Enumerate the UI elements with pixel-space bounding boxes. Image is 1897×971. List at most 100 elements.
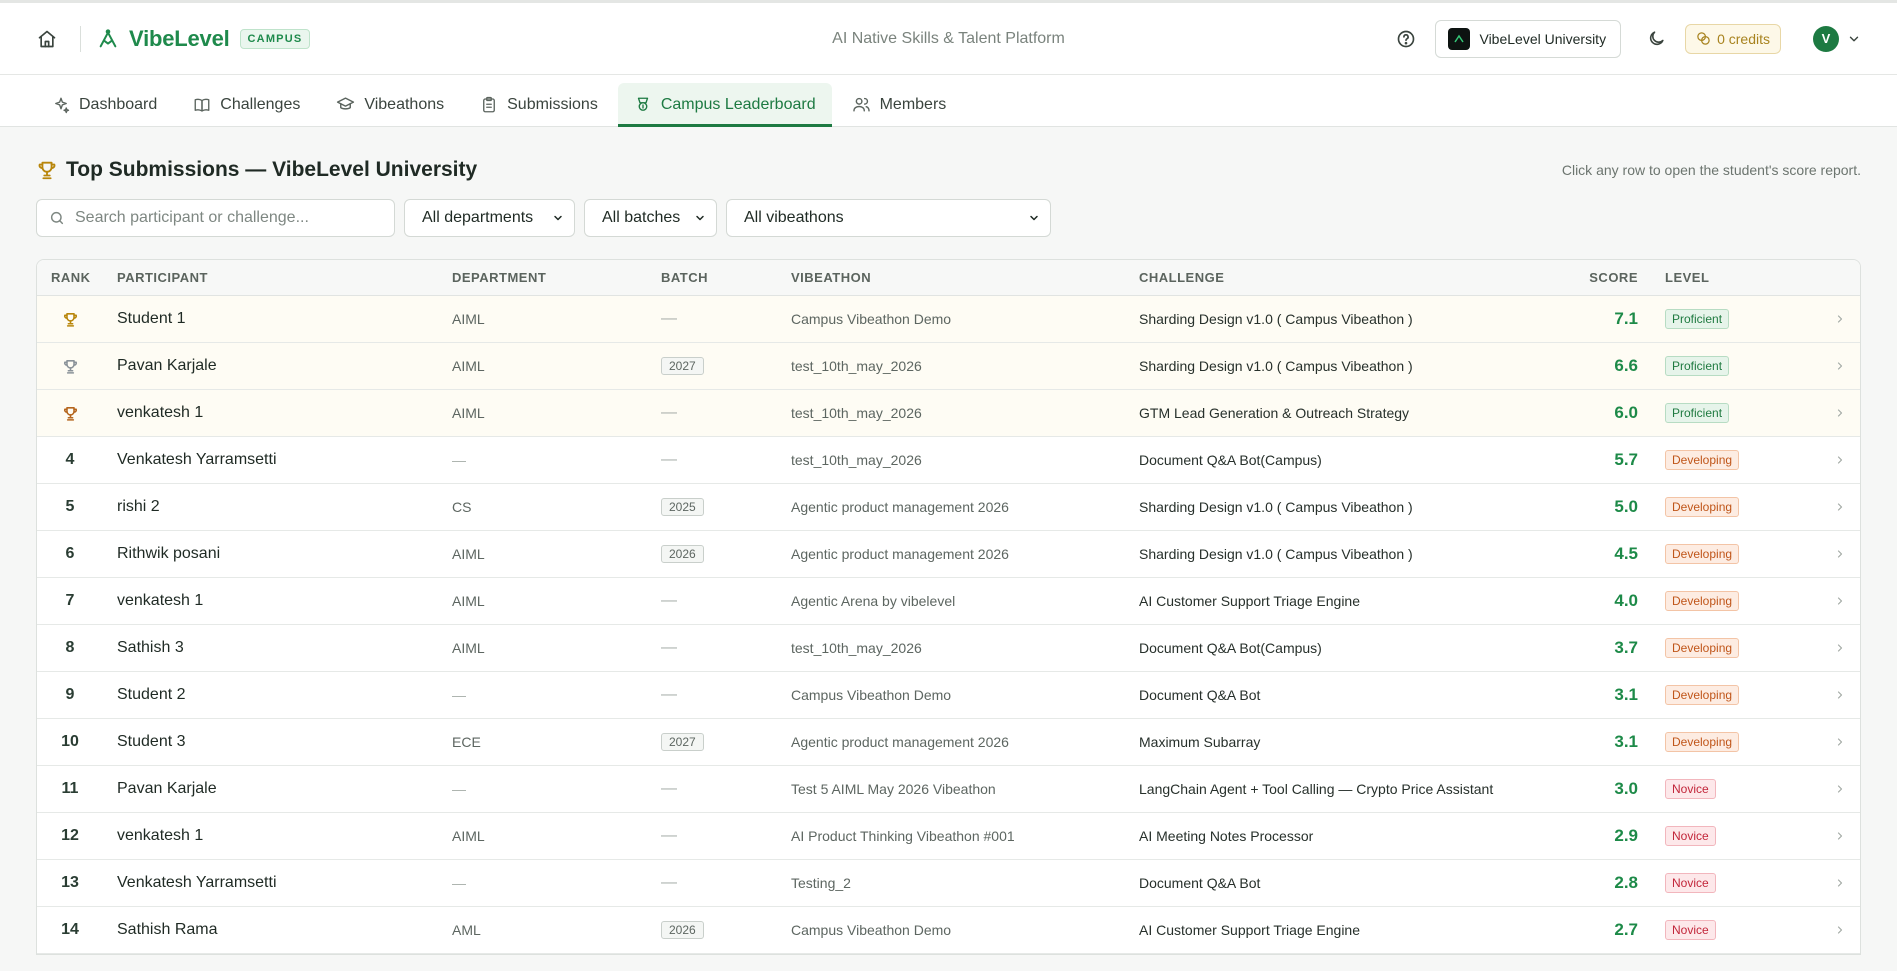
search-icon [50,211,64,225]
col-participant[interactable]: PARTICIPANT [117,270,452,285]
tab-campus-leaderboard[interactable]: Campus Leaderboard [617,83,832,127]
col-vibeathon[interactable]: VIBEATHON [791,270,1139,285]
score-cell: 3.1 [1539,732,1638,752]
tab-members[interactable]: Members [836,83,963,126]
col-batch[interactable]: BATCH [661,270,791,285]
batch-select[interactable]: All batches [584,199,717,237]
tab-challenges[interactable]: Challenges [177,83,316,126]
challenge-cell: AI Meeting Notes Processor [1139,828,1539,844]
home-button[interactable] [36,28,58,50]
table-row[interactable]: Pavan Karjale AIML 2027 test_10th_may_2026 S… [37,343,1860,390]
vibeathon-cell: test_10th_may_2026 [791,405,1139,421]
trophy-gold-icon [63,312,77,327]
table-row[interactable]: 10 Student 3 ECE 2027 Agentic product manage… [37,719,1860,766]
row-open-button[interactable] [1798,313,1860,325]
department-cell: AIML [452,358,661,374]
row-open-button[interactable] [1798,642,1860,654]
search-input[interactable] [75,209,365,227]
user-menu[interactable]: V [1813,25,1861,52]
vibelevel-logo-icon [99,28,117,47]
department-select[interactable]: All departments [404,199,575,237]
level-badge: Novice [1638,873,1798,893]
row-open-button[interactable] [1798,595,1860,607]
batch-cell: — [661,310,791,328]
col-level[interactable]: LEVEL [1638,270,1798,285]
score-cell: 6.0 [1539,403,1638,423]
row-open-button[interactable] [1798,360,1860,372]
challenge-cell-text: Sharding Design v1.0 ( Campus Vibeathon … [1139,311,1413,327]
department-cell-text: AIML [452,828,485,844]
users-icon [852,97,870,112]
org-switcher-button[interactable]: VibeLevel University [1435,19,1622,58]
challenge-cell-text: AI Customer Support Triage Engine [1139,593,1361,609]
batch-cell-text: 2027 [661,733,704,751]
rank-number: 13 [61,874,79,891]
vibeathon-cell: Agentic product management 2026 [791,734,1139,750]
challenge-cell: Maximum Subarray [1139,734,1539,750]
brand-name[interactable]: VibeLevel [129,26,230,52]
department-cell-text: ECE [452,734,481,750]
department-select-value: All departments [422,209,534,226]
table-row[interactable]: 6 Rithwik posani AIML 2026 Agentic product m… [37,531,1860,578]
level-badge: Novice [1638,779,1798,799]
vibeathon-cell-text: test_10th_may_2026 [791,640,922,656]
batch-cell-text: — [661,404,677,421]
col-score[interactable]: SCORE [1539,270,1638,285]
table-row[interactable]: 9 Student 2 — — Campus Vibeathon Demo Documen… [37,672,1860,719]
table-row[interactable]: venkatesh 1 AIML — test_10th_may_2026 GTM Le… [37,390,1860,437]
participant-name-text: venkatesh 1 [117,592,204,609]
col-rank[interactable]: RANK [37,270,117,285]
level-badge-text: Developing [1665,638,1740,658]
table-row[interactable]: 4 Venkatesh Yarramsetti — — test_10th_may_20… [37,437,1860,484]
table-row[interactable]: 8 Sathish 3 AIML — test_10th_may_2026 Documen… [37,625,1860,672]
table-row[interactable]: 5 rishi 2 CS 2025 Agentic product management… [37,484,1860,531]
table-row[interactable]: 11 Pavan Karjale — — Test 5 AIML May 2026 Vi… [37,766,1860,813]
table-row[interactable]: 14 Sathish Rama AML 2026 Campus Vibeathon De… [37,907,1860,954]
batch-cell-text: — [661,639,677,656]
level-badge-text: Developing [1665,497,1740,517]
row-open-button[interactable] [1798,548,1860,560]
row-open-button[interactable] [1798,407,1860,419]
score-cell-text: 3.7 [1614,638,1638,657]
table-row[interactable]: 12 venkatesh 1 AIML — AI Product Thinking Vi… [37,813,1860,860]
batch-cell: — [661,639,791,657]
rank-trophy-bronze [37,405,103,422]
row-open-button[interactable] [1798,736,1860,748]
help-button[interactable] [1395,28,1417,50]
participant-name: venkatesh 1 [117,592,452,610]
challenge-cell: Sharding Design v1.0 ( Campus Vibeathon … [1139,499,1539,515]
search-box[interactable] [36,199,395,237]
table-row[interactable]: Student 1 AIML — Campus Vibeathon Demo Shard… [37,296,1860,343]
col-challenge[interactable]: CHALLENGE [1139,270,1539,285]
vibeathon-cell-text: Campus Vibeathon Demo [791,687,952,703]
rank-trophy-gold [37,311,103,328]
tab-label: Members [879,95,947,113]
department-cell-text: AIML [452,546,485,562]
credits-button[interactable]: 0 credits [1685,23,1781,54]
row-open-button[interactable] [1798,830,1860,842]
batch-cell: 2026 [661,545,791,563]
table-row[interactable]: 7 venkatesh 1 AIML — Agentic Arena by vibele… [37,578,1860,625]
score-cell-text: 5.0 [1614,497,1638,516]
tab-dashboard[interactable]: Dashboard [36,83,173,126]
table-row[interactable]: 13 Venkatesh Yarramsetti — — Testing_2 Docume… [37,860,1860,907]
vibeathon-select[interactable]: All vibeathons [726,199,1051,237]
brand-logo[interactable] [97,28,119,50]
col-department[interactable]: DEPARTMENT [452,270,661,285]
org-logo-icon [1448,27,1471,50]
row-open-button[interactable] [1798,877,1860,889]
row-open-button[interactable] [1798,924,1860,936]
chevron-right-icon [1837,503,1843,511]
vibeathon-cell: Campus Vibeathon Demo [791,687,1139,703]
tab-vibeathons[interactable]: Vibeathons [320,83,460,126]
row-open-button[interactable] [1798,689,1860,701]
tab-submissions[interactable]: Submissions [464,83,614,126]
department-cell-text: — [452,452,466,468]
theme-toggle-button[interactable] [1645,28,1667,50]
department-cell: AIML [452,311,661,327]
batch-cell: — [661,592,791,610]
row-open-button[interactable] [1798,783,1860,795]
row-open-button[interactable] [1798,454,1860,466]
org-name: VibeLevel University [1479,30,1607,47]
row-open-button[interactable] [1798,501,1860,513]
